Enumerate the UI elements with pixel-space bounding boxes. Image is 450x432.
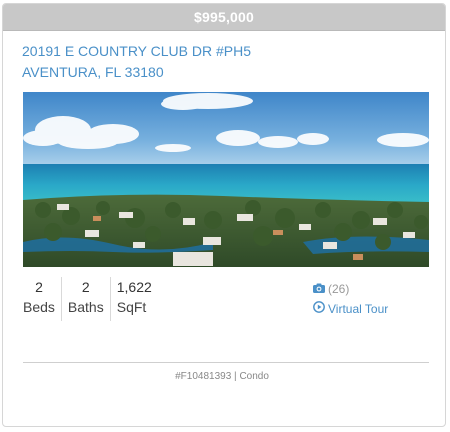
baths-value: 2 [81, 279, 90, 295]
address-line-2[interactable]: AVENTURA, FL 33180 [22, 62, 251, 83]
photo-count: (26) [328, 282, 350, 296]
listing-footer: #F10481393 | Condo [3, 371, 445, 382]
sqft-label: SqFt [116, 299, 147, 315]
address-line-1[interactable]: 20191 E COUNTRY CLUB DR #PH5 [22, 41, 251, 62]
baths-stat: 2 Baths [60, 277, 110, 321]
virtual-tour-row[interactable]: Virtual Tour [313, 299, 388, 319]
beds-stat: 2 Beds [23, 277, 61, 321]
mls-id: #F10481393 [175, 371, 232, 382]
footer-separator: | [234, 371, 237, 382]
beds-label: Beds [23, 299, 55, 315]
photo-count-row[interactable]: (26) [313, 279, 388, 299]
beds-value: 2 [35, 279, 43, 295]
virtual-tour-link[interactable]: Virtual Tour [328, 299, 388, 319]
listing-photo[interactable] [23, 92, 429, 267]
listing-media: (26) Virtual Tour [313, 279, 388, 319]
property-type: Condo [239, 371, 269, 382]
price-banner: $995,000 [3, 4, 445, 31]
listing-stats: 2 Beds 2 Baths 1,622 SqFt [23, 277, 158, 321]
card-divider [23, 362, 429, 363]
listing-card: $995,000 20191 E COUNTRY CLUB DR #PH5 AV… [2, 3, 446, 427]
sqft-stat: 1,622 SqFt [109, 277, 158, 321]
listing-price: $995,000 [194, 9, 254, 25]
play-circle-icon [313, 299, 325, 319]
aerial-photo-image [23, 92, 429, 267]
baths-label: Baths [67, 299, 104, 315]
camera-icon [313, 279, 325, 299]
listing-address[interactable]: 20191 E COUNTRY CLUB DR #PH5 AVENTURA, F… [22, 41, 251, 83]
sqft-value: 1,622 [116, 279, 152, 295]
